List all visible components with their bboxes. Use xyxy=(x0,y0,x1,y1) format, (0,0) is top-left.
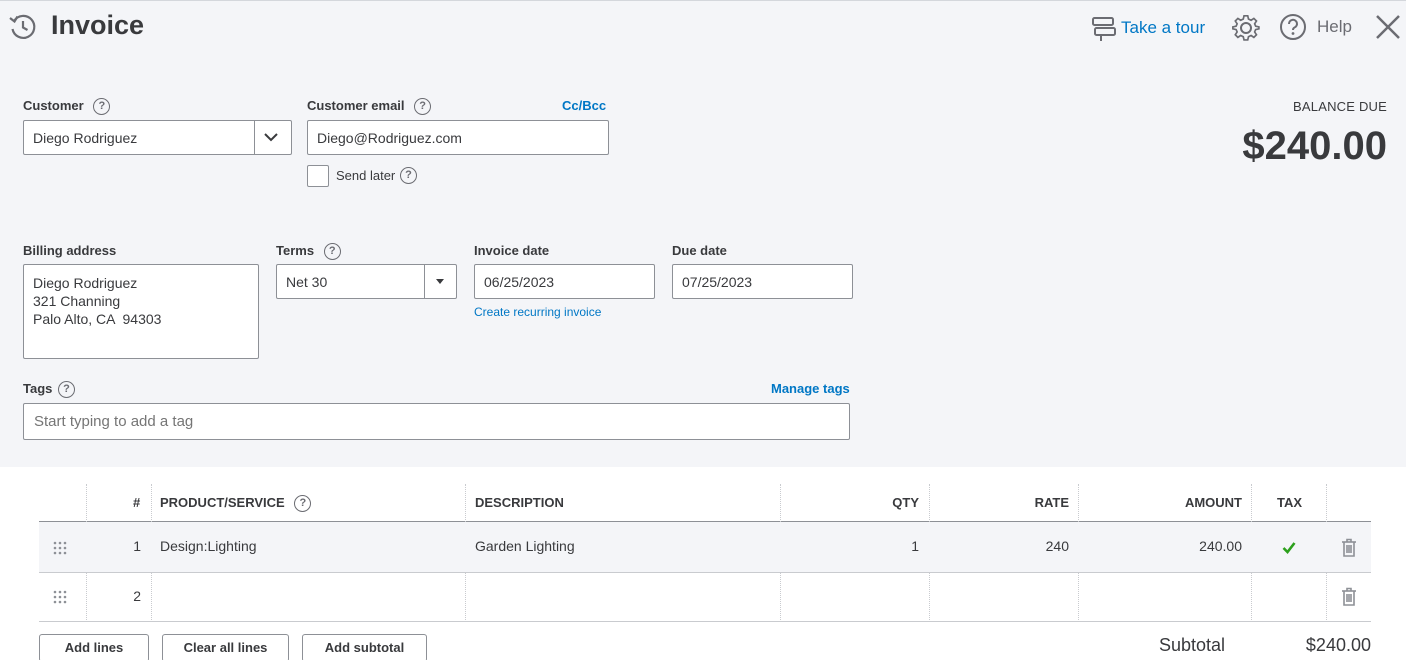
col-header-tax: TAX xyxy=(1277,495,1303,510)
invoice-date-label: Invoice date xyxy=(474,243,550,258)
tags-help-icon[interactable]: ? xyxy=(58,381,76,399)
cc-bcc-link[interactable]: Cc/Bcc xyxy=(562,98,606,113)
terms-value: Net 30 xyxy=(286,274,328,290)
product-help-icon[interactable]: ? xyxy=(294,495,312,513)
send-later-label: Send later xyxy=(336,168,396,183)
customer-email-label: Customer email ? xyxy=(307,98,432,116)
col-header-product: PRODUCT/SERVICE ? xyxy=(160,495,312,513)
due-date-value: 07/25/2023 xyxy=(682,274,753,290)
invoice-date-value: 06/25/2023 xyxy=(484,274,555,290)
gear-icon[interactable] xyxy=(1231,13,1261,43)
billing-address-label: Billing address xyxy=(23,243,117,258)
customer-email-field[interactable]: Diego@Rodriguez.com xyxy=(307,120,609,155)
subtotal-label: Subtotal xyxy=(1159,635,1226,655)
col-header-description: DESCRIPTION xyxy=(475,495,564,510)
clear-all-lines-button[interactable]: Clear all lines xyxy=(162,634,289,660)
col-header-num: # xyxy=(133,495,141,510)
customer-help-icon[interactable]: ? xyxy=(93,98,111,116)
send-later-help-icon[interactable]: ? xyxy=(400,167,417,184)
col-header-amount: AMOUNT xyxy=(1184,495,1242,510)
table-row[interactable] xyxy=(39,573,1371,621)
row-number: 2 xyxy=(133,588,141,604)
check-icon[interactable] xyxy=(1282,541,1296,554)
billing-line-3: Palo Alto, CA 94303 xyxy=(33,311,162,327)
due-date-label: Due date xyxy=(672,243,727,258)
col-header-qty: QTY xyxy=(892,495,919,510)
billing-line-1: Diego Rodriguez xyxy=(33,275,138,291)
row-description[interactable]: Garden Lighting xyxy=(475,538,575,554)
row-divider xyxy=(39,621,1371,622)
subtotal-value: $240.00 xyxy=(1305,635,1371,655)
email-help-icon[interactable]: ? xyxy=(414,98,432,116)
select-divider xyxy=(254,121,255,154)
trash-icon[interactable] xyxy=(1341,587,1357,606)
add-subtotal-button[interactable]: Add subtotal xyxy=(302,634,427,660)
balance-due-amount: $240.00 xyxy=(1242,124,1387,168)
balance-due-label: BALANCE DUE xyxy=(1293,99,1387,114)
page-title: Invoice xyxy=(51,10,145,40)
take-a-tour-link[interactable]: Take a tour xyxy=(1121,18,1205,38)
trash-icon[interactable] xyxy=(1341,538,1357,557)
row-qty[interactable]: 1 xyxy=(911,538,919,554)
caret-down-icon[interactable] xyxy=(433,277,447,287)
row-product[interactable]: Design:Lighting xyxy=(160,538,257,554)
recent-history-icon[interactable] xyxy=(8,12,38,42)
billing-address-field[interactable]: Diego Rodriguez 321 Channing Palo Alto, … xyxy=(23,264,259,359)
terms-select[interactable]: Net 30 xyxy=(276,264,457,299)
due-date-field[interactable]: 07/25/2023 xyxy=(672,264,853,299)
customer-label: Customer ? xyxy=(23,98,111,116)
drag-handle-icon[interactable] xyxy=(53,541,67,555)
tags-input[interactable] xyxy=(23,403,850,440)
select-divider xyxy=(424,265,425,298)
billing-line-2: 321 Channing xyxy=(33,293,121,309)
signpost-icon[interactable] xyxy=(1090,15,1118,43)
customer-value: Diego Rodriguez xyxy=(33,130,138,146)
manage-tags-link[interactable]: Manage tags xyxy=(771,381,850,396)
row-amount[interactable]: 240.00 xyxy=(1199,538,1242,554)
terms-label: Terms ? xyxy=(276,243,341,261)
row-number: 1 xyxy=(133,538,141,554)
terms-help-icon[interactable]: ? xyxy=(323,243,341,261)
drag-handle-icon[interactable] xyxy=(53,590,67,604)
create-recurring-invoice-link[interactable]: Create recurring invoice xyxy=(474,305,601,319)
customer-select[interactable]: Diego Rodriguez xyxy=(23,120,292,155)
close-icon[interactable] xyxy=(1374,13,1402,41)
invoice-header-panel xyxy=(0,0,1406,467)
tags-label: Tags ? xyxy=(23,381,76,399)
row-rate[interactable]: 240 xyxy=(1046,538,1069,554)
chevron-down-icon[interactable] xyxy=(263,130,279,144)
add-lines-button[interactable]: Add lines xyxy=(39,634,149,660)
customer-email-value: Diego@Rodriguez.com xyxy=(317,130,462,146)
col-header-rate: RATE xyxy=(1034,495,1069,510)
help-label[interactable]: Help xyxy=(1317,17,1352,37)
invoice-date-field[interactable]: 06/25/2023 xyxy=(474,264,655,299)
send-later-checkbox[interactable] xyxy=(307,165,329,187)
help-icon[interactable] xyxy=(1279,13,1307,41)
